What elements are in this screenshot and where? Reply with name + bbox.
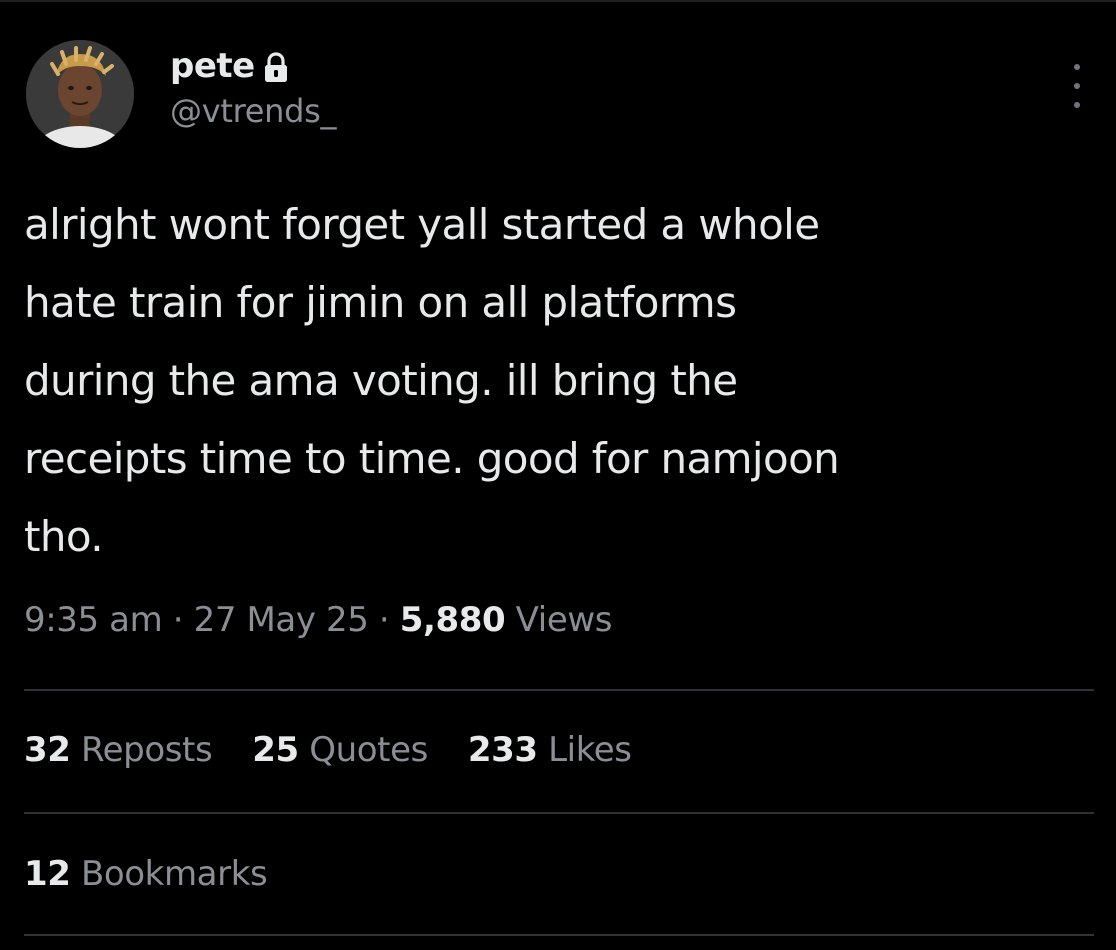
tweet-text-line: during the ama voting. ill bring the [24, 356, 738, 405]
lock-icon [263, 52, 289, 84]
avatar[interactable] [26, 40, 134, 148]
meta-separator: · [378, 600, 390, 640]
divider [24, 812, 1094, 814]
bookmarks-stat[interactable]: 12 Bookmarks [24, 854, 268, 894]
tweet-card: pete @vtrends_ alright wont forget yall … [24, 0, 1094, 950]
quotes-count: 25 [252, 730, 299, 770]
more-dot [1074, 83, 1080, 89]
more-dot [1074, 64, 1080, 70]
tweet-meta: 9:35 am · 27 May 25 · 5,880 Views [24, 600, 612, 640]
more-vertical-icon[interactable] [1064, 64, 1090, 108]
reposts-stat[interactable]: 32 Reposts [24, 730, 213, 770]
bookmarks-label: Bookmarks [80, 854, 268, 894]
tweet-date[interactable]: 27 May 25 [194, 600, 369, 640]
name-row: pete [170, 44, 336, 88]
divider [24, 934, 1094, 936]
tweet-text-line: hate train for jimin on all platforms [24, 278, 737, 327]
user-handle[interactable]: @vtrends_ [170, 92, 337, 130]
likes-count: 233 [467, 730, 538, 770]
likes-label: Likes [548, 730, 632, 770]
views-count: 5,880 [399, 600, 506, 640]
tweet-text-line: alright wont forget yall started a whole [24, 200, 820, 249]
tweet-text-line: receipts time to time. good for namjoon [24, 434, 840, 483]
display-name[interactable]: pete [170, 46, 255, 86]
author-block: pete @vtrends_ [170, 44, 337, 130]
likes-stat[interactable]: 233 Likes [468, 730, 632, 770]
meta-separator: · [172, 600, 184, 640]
quotes-stat[interactable]: 25 Quotes [252, 730, 428, 770]
reposts-count: 32 [24, 730, 71, 770]
profile-photo [26, 40, 134, 148]
reposts-label: Reposts [80, 730, 213, 770]
quotes-label: Quotes [309, 730, 428, 770]
tweet-time[interactable]: 9:35 am [24, 600, 163, 640]
more-dot [1074, 102, 1080, 108]
engagement-stats: 32 Reposts 25 Quotes 233 Likes [24, 730, 632, 770]
bookmarks-count: 12 [24, 854, 71, 894]
divider [24, 689, 1094, 691]
views-label: Views [515, 600, 613, 640]
tweet-text: alright wont forget yall started a whole… [24, 186, 1084, 576]
tweet-text-line: tho. [24, 512, 104, 561]
